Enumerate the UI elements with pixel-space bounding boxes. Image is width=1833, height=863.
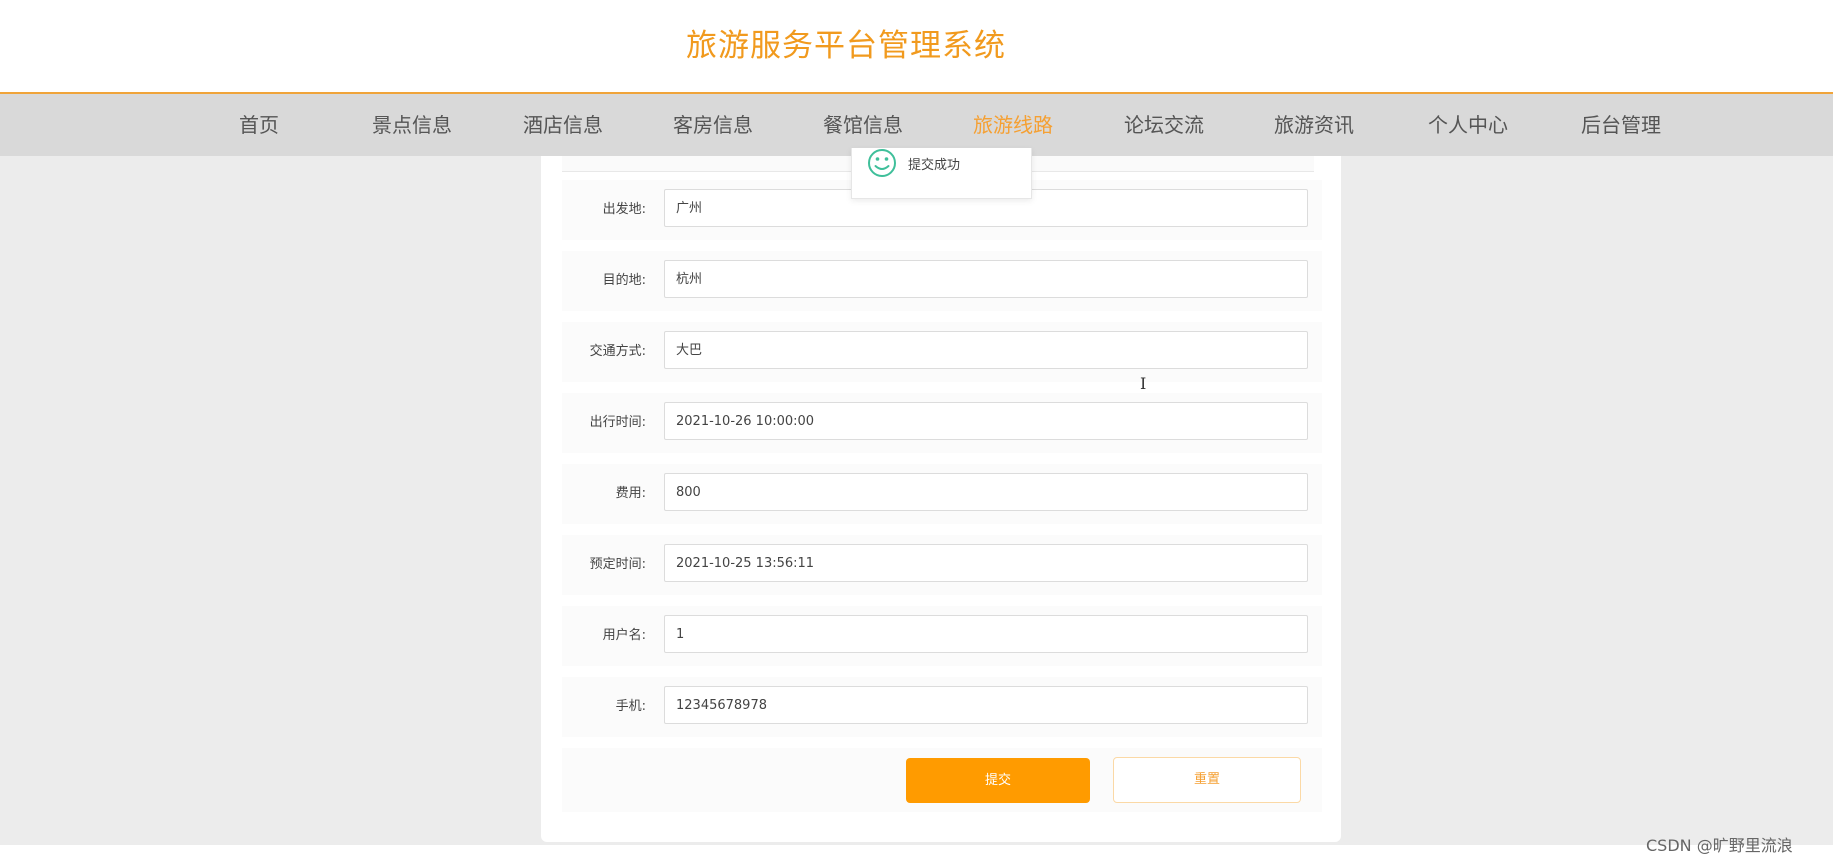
smile-icon [866, 148, 898, 184]
form-row-transport: 交通方式: 大巴 [562, 322, 1322, 382]
destination-label: 目的地: [602, 273, 646, 288]
main-nav: 首页 景点信息 酒店信息 客房信息 餐馆信息 旅游线路 论坛交流 旅游资讯 个人… [0, 94, 1833, 156]
booking-time-input[interactable]: 2021-10-25 13:56:11 [664, 544, 1308, 582]
form-row-destination: 目的地: 杭州 [562, 251, 1322, 311]
cost-label: 费用: [615, 486, 646, 501]
username-label: 用户名: [602, 628, 646, 643]
nav-item-forum[interactable]: 论坛交流 [1124, 94, 1204, 156]
csdn-watermark: CSDN @旷野里流浪 [1646, 836, 1793, 855]
transport-input[interactable]: 大巴 [664, 331, 1308, 369]
destination-input[interactable]: 杭州 [664, 260, 1308, 298]
nav-item-rooms[interactable]: 客房信息 [673, 94, 753, 156]
travel-time-label: 出行时间: [589, 415, 646, 430]
form-row-cost: 费用: 800 [562, 464, 1322, 524]
nav-item-routes[interactable]: 旅游线路 [973, 94, 1053, 156]
nav-item-restaurants[interactable]: 餐馆信息 [823, 94, 903, 156]
footer-strip [0, 845, 1833, 863]
success-toast: 提交成功 [851, 148, 1032, 199]
phone-label: 手机: [615, 699, 646, 714]
toast-message: 提交成功 [908, 158, 961, 173]
site-header: 旅游服务平台管理系统 [0, 0, 1833, 94]
nav-item-news[interactable]: 旅游资讯 [1274, 94, 1354, 156]
cost-input[interactable]: 800 [664, 473, 1308, 511]
reset-button[interactable]: 重置 [1113, 757, 1301, 803]
nav-item-profile[interactable]: 个人中心 [1428, 94, 1508, 156]
transport-label: 交通方式: [589, 344, 646, 359]
nav-item-home[interactable]: 首页 [239, 94, 279, 156]
departure-label: 出发地: [602, 202, 646, 217]
form-row-travel-time: 出行时间: 2021-10-26 10:00:00 [562, 393, 1322, 453]
phone-input[interactable]: 12345678978 [664, 686, 1308, 724]
form-row-phone: 手机: 12345678978 [562, 677, 1322, 737]
form-row-username: 用户名: 1 [562, 606, 1322, 666]
submit-button[interactable]: 提交 [906, 758, 1090, 803]
username-input[interactable]: 1 [664, 615, 1308, 653]
text-cursor-icon: I [1140, 374, 1147, 393]
site-title: 旅游服务平台管理系统 [686, 28, 1006, 64]
nav-item-attractions[interactable]: 景点信息 [372, 94, 452, 156]
form-row-booking-time: 预定时间: 2021-10-25 13:56:11 [562, 535, 1322, 595]
nav-item-admin[interactable]: 后台管理 [1581, 94, 1661, 156]
travel-time-input[interactable]: 2021-10-26 10:00:00 [664, 402, 1308, 440]
booking-time-label: 预定时间: [589, 557, 646, 572]
nav-item-hotels[interactable]: 酒店信息 [523, 94, 603, 156]
